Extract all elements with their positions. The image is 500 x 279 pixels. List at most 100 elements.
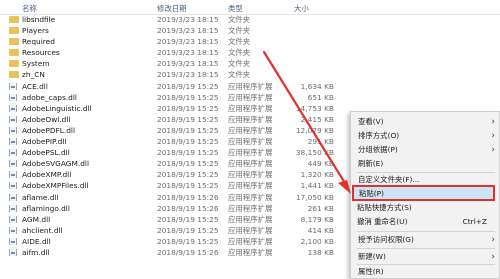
menu-separator — [357, 248, 495, 249]
file-date: 2018/9/19 15:26 — [157, 203, 219, 213]
file-row[interactable]: Players 2019/3/23 18:15 文件夹 — [0, 25, 500, 36]
menu-item-group-by[interactable]: 分组依据(P) › — [354, 143, 496, 157]
menu-item-view[interactable]: 查看(V) › — [354, 115, 496, 129]
menu-item-give-access-label: 授予访问权限(G) — [358, 235, 414, 244]
file-name: AdobePDFL.dll — [22, 125, 76, 135]
menu-item-refresh-label: 刷新(E) — [358, 159, 384, 168]
file-name: aflame.dll — [22, 192, 59, 202]
folder-icon — [9, 60, 19, 68]
file-name: AdobeSVGAGM.dll — [22, 159, 90, 169]
file-row[interactable]: ACE.dll 2018/9/19 15:25 应用程序扩展 1,634 KB — [0, 81, 500, 92]
file-name: AdobePIP.dll — [22, 137, 67, 147]
file-size: 17,050 KB — [295, 192, 334, 202]
file-name: AdobeXMPFiles.dll — [22, 181, 89, 191]
file-row[interactable]: zh_CN 2019/3/23 18:15 文件夹 — [0, 69, 500, 80]
dll-file-icon — [9, 93, 19, 101]
column-type-header[interactable]: 类型 — [228, 3, 243, 14]
menu-item-view-label: 查看(V) — [358, 117, 384, 126]
file-size: 414 KB — [307, 225, 334, 235]
menu-item-paste-shortcut-label: 粘贴快捷方式(S) — [357, 203, 412, 212]
file-date: 2018/9/19 15:25 — [157, 214, 219, 224]
file-date: 2018/9/19 15:25 — [157, 170, 219, 180]
file-size: 261 KB — [307, 203, 334, 213]
file-name: AdobeOwl.dll — [22, 114, 71, 124]
folder-icon — [9, 27, 19, 35]
file-date: 2018/9/19 15:25 — [157, 137, 219, 147]
dll-file-icon — [9, 115, 19, 123]
file-row[interactable]: System 2019/3/23 18:15 文件夹 — [0, 58, 500, 69]
file-date: 2018/9/19 15:25 — [157, 114, 219, 124]
file-date: 2018/9/19 15:25 — [157, 225, 219, 235]
menu-separator — [357, 231, 495, 232]
file-name: ahclient.dll — [22, 225, 63, 235]
dll-file-icon — [9, 82, 19, 90]
file-name: zh_CN — [22, 70, 45, 80]
file-size: 38,150 KB — [295, 148, 334, 158]
menu-item-give-access[interactable]: 授予访问权限(G) › — [354, 233, 496, 247]
file-size: 2,415 KB — [300, 114, 334, 124]
folder-icon — [9, 16, 19, 23]
column-size-header[interactable]: 大小 — [294, 3, 309, 14]
file-row[interactable]: libsndfile 2019/3/23 18:15 文件夹 — [0, 14, 500, 25]
file-row[interactable]: Required 2019/3/23 18:15 文件夹 — [0, 36, 500, 47]
file-name: AdobeXMP.dll — [22, 170, 72, 180]
file-type: 文件夹 — [228, 15, 251, 24]
folder-icon — [9, 49, 19, 57]
chevron-right-icon: › — [491, 145, 495, 155]
file-date: 2019/3/23 18:15 — [157, 70, 219, 80]
menu-item-properties-label: 属性(R) — [358, 267, 384, 276]
dll-file-icon — [9, 149, 19, 157]
file-type: 文件夹 — [228, 26, 251, 36]
file-row[interactable]: Resources 2019/3/23 18:15 文件夹 — [0, 47, 500, 58]
file-date: 2018/9/19 15:25 — [157, 236, 219, 246]
file-date: 2019/3/23 18:15 — [157, 59, 219, 69]
file-type: 文件夹 — [228, 70, 251, 80]
undo-shortcut-label: Ctrl+Z — [462, 217, 487, 226]
file-size: 2,100 KB — [300, 236, 334, 246]
file-name: AIDE.dll — [22, 236, 51, 246]
file-date: 2018/9/19 15:26 — [157, 192, 219, 202]
file-date: 2018/9/19 15:25 — [157, 159, 219, 169]
chevron-right-icon: › — [491, 131, 495, 141]
file-name: AdobePSL.dll — [22, 148, 70, 158]
file-name: AdobeLinguistic.dll — [22, 103, 92, 113]
chevron-right-icon: › — [491, 117, 495, 127]
dll-file-icon — [9, 204, 19, 212]
file-row[interactable]: adobe_caps.dll 2018/9/19 15:25 应用程序扩展 651 K… — [0, 92, 500, 103]
file-name: adobe_caps.dll — [22, 92, 77, 102]
file-name: Required — [22, 37, 55, 47]
dll-file-icon — [9, 226, 19, 234]
menu-item-paste-shortcut[interactable]: 粘贴快捷方式(S) — [353, 201, 495, 215]
file-date: 2019/3/23 18:15 — [157, 15, 219, 24]
file-size: 12,079 KB — [295, 125, 334, 135]
menu-item-paste[interactable]: 粘贴(P) — [352, 185, 495, 201]
menu-item-sort-label: 排序方式(O) — [358, 131, 400, 140]
file-date: 2018/9/19 15:25 — [157, 103, 219, 113]
file-name: System — [22, 59, 50, 69]
file-type: 文件夹 — [228, 48, 251, 58]
menu-item-new[interactable]: 新建(W) › — [354, 250, 496, 264]
menu-item-new-label: 新建(W) — [358, 252, 386, 261]
menu-item-undo-rename[interactable]: 撤消 重命名(U) Ctrl+Z — [353, 215, 495, 229]
menu-item-sort-by[interactable]: 排序方式(O) › — [354, 129, 496, 143]
file-type: 文件夹 — [228, 37, 251, 47]
file-size: 1,634 KB — [300, 81, 334, 91]
dll-file-icon — [9, 248, 19, 256]
menu-item-group-label: 分组依据(P) — [358, 145, 398, 154]
file-size: 1,320 KB — [300, 170, 334, 180]
file-date: 2018/9/19 15:25 — [157, 92, 219, 102]
file-size: 651 KB — [307, 92, 334, 102]
column-date-header[interactable]: 修改日期 — [157, 3, 187, 14]
dll-file-icon — [9, 126, 19, 134]
file-name: Resources — [22, 48, 60, 58]
menu-item-properties[interactable]: 属性(R) — [354, 265, 496, 279]
file-name: Players — [22, 26, 49, 36]
column-name-header[interactable]: 名称 — [22, 3, 37, 14]
file-size: 8,179 KB — [300, 214, 334, 224]
file-date: 2018/9/19 15:25 — [157, 81, 219, 91]
file-size: 291 KB — [307, 137, 334, 147]
file-size: 449 KB — [307, 159, 334, 169]
file-type: 文件夹 — [228, 59, 251, 69]
file-name: aifm.dll — [22, 247, 50, 257]
menu-item-refresh[interactable]: 刷新(E) — [354, 157, 496, 171]
